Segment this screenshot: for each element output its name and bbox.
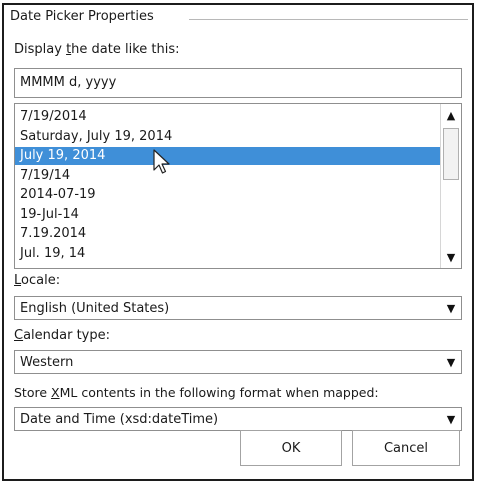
mouse-pointer-icon [153, 149, 170, 174]
group-title: Date Picker Properties [10, 9, 160, 24]
date-picker-properties-dialog: Date Picker Properties Display the date … [2, 3, 474, 481]
calendar-type-value: Western [20, 355, 74, 370]
cancel-button-label: Cancel [383, 440, 429, 456]
locale-dropdown[interactable]: English (United States) ▼ [14, 296, 462, 320]
format-list-item[interactable]: 19-Jul-14 [20, 206, 79, 224]
dropdown-arrow-icon[interactable]: ▼ [441, 351, 461, 373]
ok-button-label: OK [281, 440, 301, 456]
calendar-type-dropdown[interactable]: Western ▼ [14, 350, 462, 374]
locale-label: Locale: [14, 273, 61, 288]
store-format-value: Date and Time (xsd:dateTime) [20, 412, 219, 427]
scroll-down-arrow-icon[interactable]: ▼ [441, 246, 461, 268]
format-list-item[interactable]: 7.19.2014 [20, 225, 86, 243]
scrollbar-thumb[interactable] [443, 128, 459, 180]
format-input[interactable]: MMMM d, yyyy [14, 68, 462, 98]
display-format-label: Display the date like this: [14, 42, 180, 57]
store-xml-label: Store XML contents in the following form… [14, 385, 379, 400]
locale-value: English (United States) [20, 301, 170, 316]
format-list-item[interactable]: Saturday, July 19, 2014 [20, 128, 172, 146]
format-list-item[interactable]: 2014-07-19 [20, 186, 96, 204]
format-list-scrollbar[interactable]: ▲ ▼ [440, 104, 461, 268]
dropdown-arrow-icon[interactable]: ▼ [441, 297, 461, 319]
format-list-item[interactable]: July 19, 2014 [15, 147, 447, 165]
group-divider [189, 19, 468, 20]
format-list-item[interactable]: 7/19/14 [20, 167, 70, 185]
store-format-dropdown[interactable]: Date and Time (xsd:dateTime) ▼ [14, 407, 462, 431]
format-list-item[interactable]: 7/19/2014 [20, 108, 87, 126]
scroll-up-arrow-icon[interactable]: ▲ [441, 104, 461, 126]
ok-button[interactable]: OK [240, 430, 342, 466]
cancel-button[interactable]: Cancel [352, 430, 460, 466]
calendar-type-label: Calendar type: [14, 328, 111, 343]
dropdown-arrow-icon[interactable]: ▼ [441, 408, 461, 430]
format-list-item[interactable]: Jul. 19, 14 [20, 245, 85, 263]
date-format-list[interactable]: 7/19/2014 Saturday, July 19, 2014 July 19,… [14, 103, 462, 269]
format-input-value: MMMM d, yyyy [20, 75, 117, 90]
